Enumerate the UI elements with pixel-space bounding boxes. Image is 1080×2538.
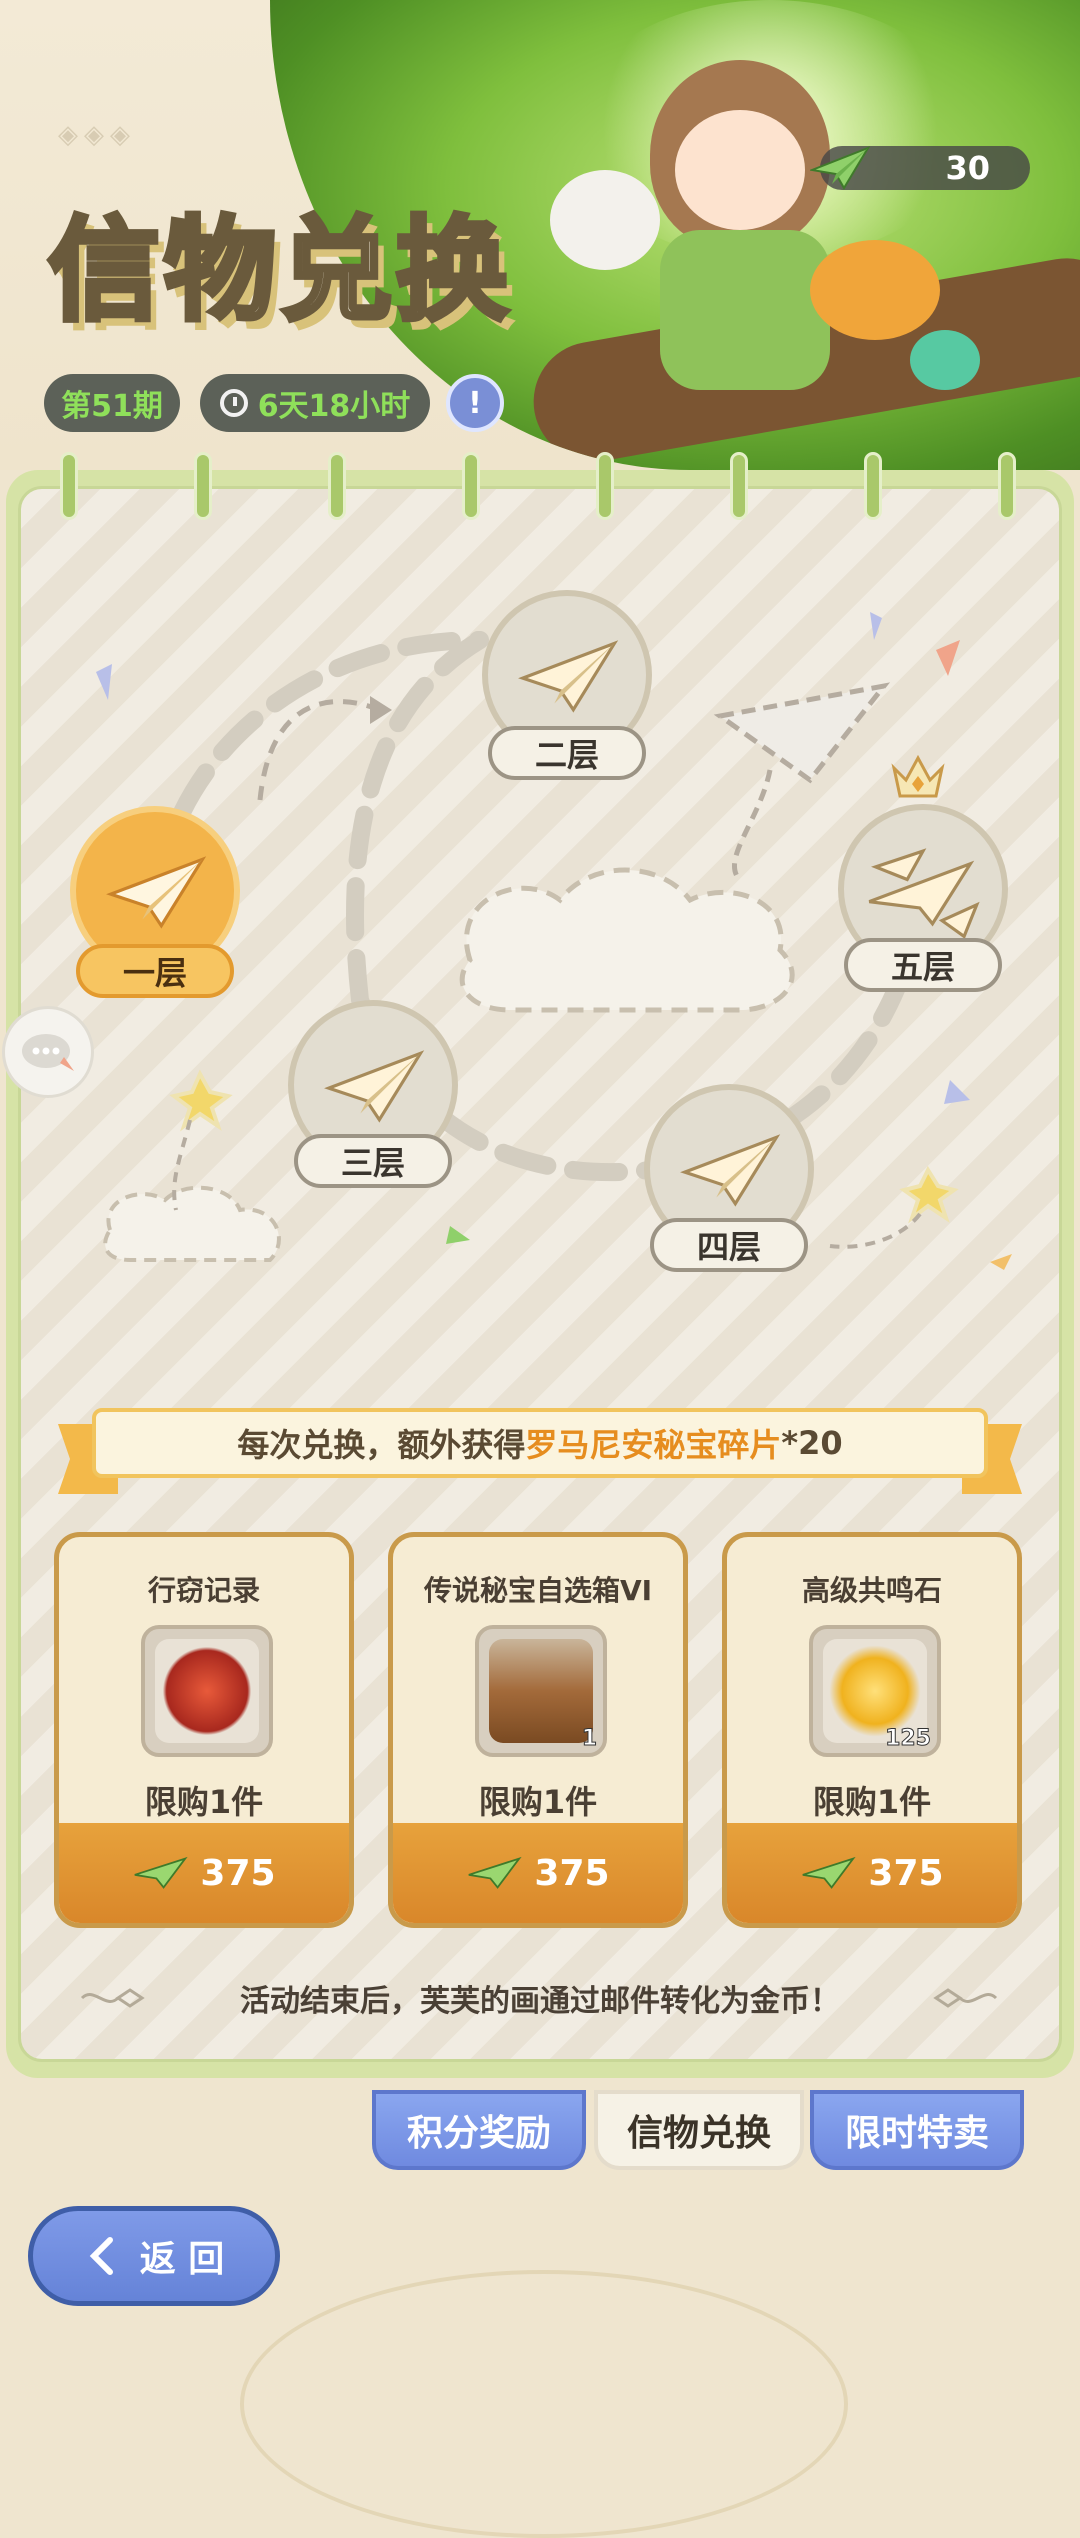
floor-label-5[interactable]: 五层 xyxy=(844,938,1002,992)
item-art xyxy=(489,1639,593,1743)
ornament-right-icon xyxy=(933,1988,998,2008)
item-art xyxy=(155,1639,259,1743)
back-label: 返 回 xyxy=(139,2239,225,2280)
paper-plane-icon xyxy=(134,1856,189,1889)
tab-limited-sale[interactable]: 限时特卖 xyxy=(810,2090,1024,2170)
bonus-banner: 每次兑换，额外获得 罗马尼安秘宝碎片 *20 xyxy=(92,1408,988,1478)
shop-item-name: 行窃记录 xyxy=(147,1574,260,1607)
paper-plane-icon xyxy=(802,1856,857,1889)
shop-item-card[interactable]: 高级共鸣石 125 限购1件 375 xyxy=(722,1532,1022,1928)
bottom-ornament xyxy=(240,2270,848,2538)
purchase-limit: 限购1件 xyxy=(812,1783,932,1821)
floor-label-1[interactable]: 一层 xyxy=(76,944,234,998)
paper-plane-icon xyxy=(468,1856,523,1889)
back-arrow-icon xyxy=(89,2237,113,2275)
crown-icon xyxy=(891,754,945,798)
purchase-limit: 限购1件 xyxy=(478,1783,598,1821)
price-value: 375 xyxy=(534,1852,610,1894)
chest-icon: 1 xyxy=(475,1625,607,1757)
buy-button[interactable]: 375 xyxy=(727,1823,1017,1923)
item-quantity: 1 xyxy=(581,1726,597,1752)
chat-bubble-icon xyxy=(22,1034,74,1071)
purchase-limit: 限购1件 xyxy=(144,1783,264,1821)
floor-label-3[interactable]: 三层 xyxy=(294,1134,452,1188)
back-button[interactable]: 返 回 xyxy=(28,2206,280,2306)
item-quantity: 125 xyxy=(885,1726,932,1752)
shop-item-name: 传说秘宝自选箱VI xyxy=(423,1574,653,1607)
floor-label-2[interactable]: 二层 xyxy=(488,726,646,780)
banner-prefix: 每次兑换，额外获得 xyxy=(237,1426,526,1464)
record-icon xyxy=(141,1625,273,1757)
tab-points-reward[interactable]: 积分奖励 xyxy=(372,2090,586,2170)
floor-label-4[interactable]: 四层 xyxy=(650,1218,808,1272)
banner-suffix: *20 xyxy=(781,1424,843,1462)
chat-button[interactable] xyxy=(2,1006,94,1098)
price-value: 375 xyxy=(868,1852,944,1894)
price-value: 375 xyxy=(200,1852,276,1894)
gem-icon: 125 xyxy=(809,1625,941,1757)
event-end-note: 活动结束后，芙芙的画通过邮件转化为金币！ xyxy=(240,1984,840,2019)
banner-highlight: 罗马尼安秘宝碎片 xyxy=(525,1426,782,1464)
shop-item-name: 高级共鸣石 xyxy=(801,1574,942,1607)
buy-button[interactable]: 375 xyxy=(59,1823,349,1923)
buy-button[interactable]: 375 xyxy=(393,1823,683,1923)
shop-item-card[interactable]: 行窃记录 限购1件 375 xyxy=(54,1532,354,1928)
shop-item-card[interactable]: 传说秘宝自选箱VI 1 限购1件 375 xyxy=(388,1532,688,1928)
tab-token-exchange[interactable]: 信物兑换 xyxy=(594,2090,804,2170)
